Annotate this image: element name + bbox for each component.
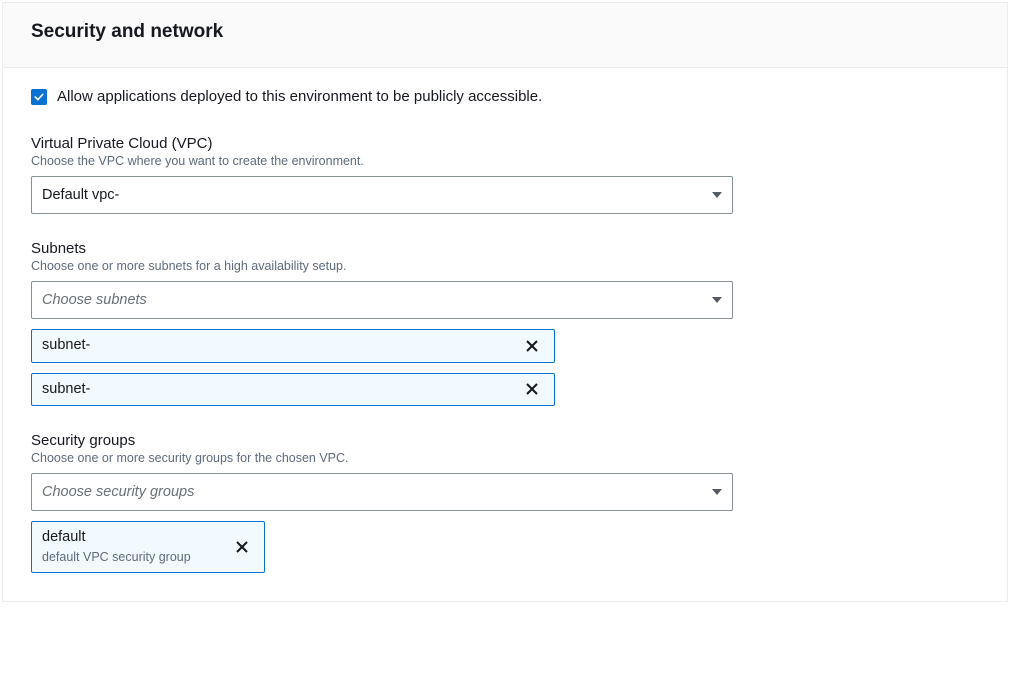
- panel-header: Security and network: [3, 3, 1007, 68]
- vpc-select[interactable]: Default vpc-: [31, 176, 733, 214]
- security-groups-placeholder: Choose security groups: [42, 484, 194, 500]
- security-groups-label: Security groups: [31, 432, 979, 449]
- chevron-down-icon: [712, 489, 722, 495]
- security-groups-help: Choose one or more security groups for t…: [31, 451, 979, 465]
- panel-body: Allow applications deployed to this envi…: [3, 68, 1007, 601]
- vpc-label: Virtual Private Cloud (VPC): [31, 135, 979, 152]
- security-groups-select[interactable]: Choose security groups: [31, 473, 733, 511]
- subnets-select[interactable]: Choose subnets: [31, 281, 733, 319]
- vpc-help: Choose the VPC where you want to create …: [31, 154, 979, 168]
- token-content: subnet-: [42, 336, 518, 356]
- subnet-token: subnet-: [31, 373, 555, 407]
- subnets-tokens: subnet- subnet-: [31, 329, 979, 406]
- close-icon: [234, 539, 250, 555]
- chevron-down-icon: [712, 297, 722, 303]
- token-label: default: [42, 528, 228, 548]
- vpc-select-value: Default vpc-: [42, 187, 119, 203]
- check-icon: [33, 91, 45, 103]
- token-content: default default VPC security group: [42, 528, 228, 565]
- close-icon: [524, 381, 540, 397]
- subnets-label: Subnets: [31, 240, 979, 257]
- token-label: subnet-: [42, 336, 518, 356]
- public-access-label[interactable]: Allow applications deployed to this envi…: [57, 88, 542, 105]
- security-groups-tokens: default default VPC security group: [31, 521, 979, 572]
- subnet-token: subnet-: [31, 329, 555, 363]
- remove-subnet-button[interactable]: [518, 380, 546, 400]
- vpc-field: Virtual Private Cloud (VPC) Choose the V…: [31, 135, 979, 214]
- subnets-field: Subnets Choose one or more subnets for a…: [31, 240, 979, 406]
- public-access-row: Allow applications deployed to this envi…: [31, 88, 979, 105]
- token-content: subnet-: [42, 380, 518, 400]
- close-icon: [524, 338, 540, 354]
- public-access-checkbox[interactable]: [31, 89, 47, 105]
- security-groups-field: Security groups Choose one or more secur…: [31, 432, 979, 572]
- security-group-token: default default VPC security group: [31, 521, 265, 572]
- token-label: subnet-: [42, 380, 518, 400]
- subnets-placeholder: Choose subnets: [42, 292, 147, 308]
- subnets-help: Choose one or more subnets for a high av…: [31, 259, 979, 273]
- token-description: default VPC security group: [42, 549, 228, 566]
- remove-subnet-button[interactable]: [518, 336, 546, 356]
- panel-title: Security and network: [31, 21, 979, 43]
- remove-security-group-button[interactable]: [228, 528, 256, 565]
- security-network-panel: Security and network Allow applications …: [2, 2, 1008, 602]
- chevron-down-icon: [712, 192, 722, 198]
